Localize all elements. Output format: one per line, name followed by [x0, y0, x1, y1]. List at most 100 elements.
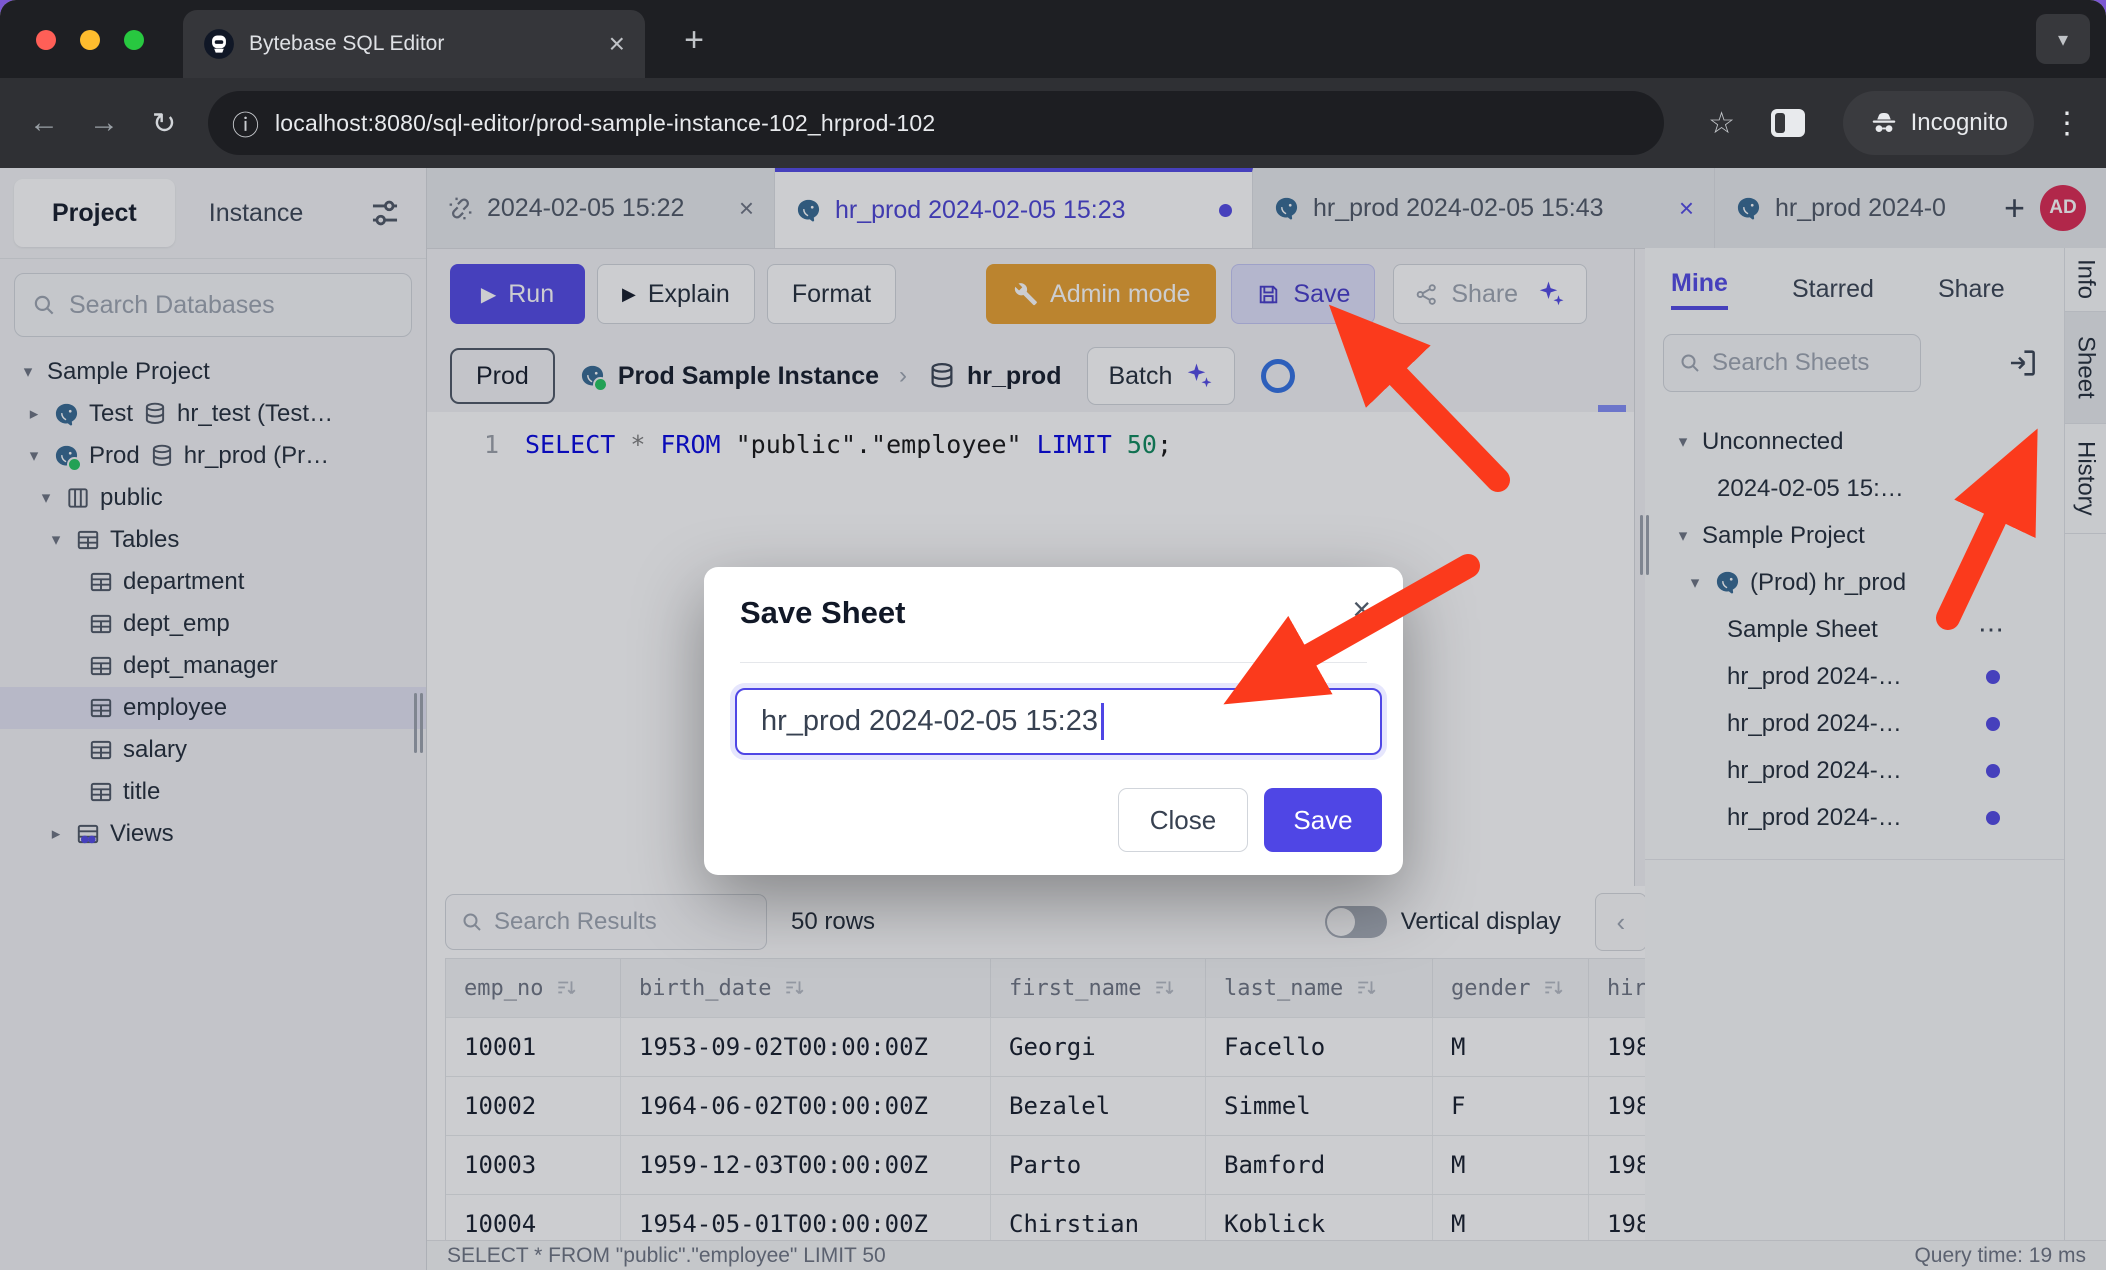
- browser-tab[interactable]: Bytebase SQL Editor ×: [183, 10, 645, 78]
- tree-table-employee-selected[interactable]: employee: [0, 687, 426, 729]
- new-tab-button[interactable]: +: [672, 18, 716, 62]
- search-databases-input[interactable]: Search Databases: [14, 273, 412, 337]
- caret-down-icon[interactable]: ▾: [46, 530, 66, 550]
- tab-project[interactable]: Project: [14, 179, 175, 247]
- more-options-icon[interactable]: ⋯: [1978, 614, 2006, 645]
- tree-table-dept-manager[interactable]: dept_manager: [0, 645, 426, 687]
- modal-close-button[interactable]: Close: [1118, 788, 1248, 852]
- address-bar[interactable]: ⓘ localhost:8080/sql-editor/prod-sample-…: [208, 91, 1664, 155]
- caret-down-icon[interactable]: ▾: [36, 488, 56, 508]
- format-label: Format: [792, 280, 871, 309]
- side-panel-icon[interactable]: [1771, 109, 1805, 137]
- tree-table-salary[interactable]: salary: [0, 729, 426, 771]
- sheet-group-project[interactable]: ▾ Sample Project: [1645, 512, 2064, 559]
- tree-test-database[interactable]: ▸ Test hr_test (Test…: [0, 393, 426, 435]
- caret-right-icon[interactable]: ▸: [24, 404, 44, 424]
- import-sheet-icon[interactable]: [2006, 346, 2040, 380]
- tab-instance[interactable]: Instance: [175, 199, 338, 228]
- toolbar-right: ☆ Incognito ⋮: [1695, 91, 2092, 155]
- sheet-tab-4[interactable]: hr_prod 2024-0: [1715, 168, 1990, 248]
- window-controls: [36, 30, 144, 50]
- caret-right-icon[interactable]: ▸: [46, 824, 66, 844]
- save-sheet-modal: Save Sheet × hr_prod 2024-02-05 15:23 Cl…: [704, 567, 1403, 875]
- close-tab-icon[interactable]: ×: [609, 28, 625, 60]
- run-button[interactable]: ▶ Run: [450, 264, 585, 324]
- tree-table-title[interactable]: title: [0, 771, 426, 813]
- sheet-item[interactable]: hr_prod 2024-…: [1645, 700, 2064, 747]
- close-window-button[interactable]: [36, 30, 56, 50]
- search-sheets-input[interactable]: Search Sheets: [1663, 334, 1921, 392]
- tree-prod-database[interactable]: ▾ Prod hr_prod (Pr…: [0, 435, 426, 477]
- modal-save-button[interactable]: Save: [1264, 788, 1382, 852]
- caret-down-icon[interactable]: ▾: [18, 362, 38, 382]
- close-sheet-tab-icon[interactable]: ×: [1679, 193, 1694, 224]
- sheet-item[interactable]: hr_prod 2024-…: [1645, 653, 2064, 700]
- close-sheet-tab-icon[interactable]: ×: [739, 193, 754, 224]
- maximize-window-button[interactable]: [124, 30, 144, 50]
- tree-views-group[interactable]: ▸ Views: [0, 813, 426, 855]
- close-modal-icon[interactable]: ×: [1352, 591, 1371, 628]
- search-icon: [460, 910, 484, 934]
- browser-menu-icon[interactable]: ⋮: [2042, 106, 2092, 141]
- caret-down-icon[interactable]: ▾: [1673, 526, 1693, 546]
- column-header[interactable]: birth_date: [621, 959, 991, 1017]
- rail-tab-info[interactable]: Info: [2065, 248, 2106, 312]
- vertical-display-toggle[interactable]: [1325, 906, 1387, 938]
- database-name[interactable]: hr_prod: [967, 362, 1061, 391]
- tab-starred[interactable]: Starred: [1792, 275, 1874, 304]
- tab-search-chevron-icon[interactable]: ▾: [2036, 14, 2090, 64]
- rail-tab-history[interactable]: History: [2065, 424, 2106, 534]
- instance-name[interactable]: Prod Sample Instance: [618, 362, 879, 391]
- rail-tab-sheet[interactable]: Sheet: [2065, 312, 2106, 424]
- sheet-group-unconnected[interactable]: ▾ Unconnected: [1645, 418, 2064, 465]
- batch-button[interactable]: Batch: [1087, 347, 1235, 405]
- format-button[interactable]: Format: [767, 264, 896, 324]
- user-avatar[interactable]: AD: [2040, 185, 2086, 231]
- forward-button[interactable]: →: [74, 106, 134, 140]
- prev-page-button[interactable]: ‹: [1595, 893, 1647, 951]
- tree-table-dept-emp[interactable]: dept_emp: [0, 603, 426, 645]
- explain-button[interactable]: ▶ Explain: [597, 264, 755, 324]
- tree-schema-public[interactable]: ▾ public: [0, 477, 426, 519]
- code-line-1: 1 SELECT*FROM"public"."employee"LIMIT50;: [427, 412, 1634, 459]
- url-text: localhost:8080/sql-editor/prod-sample-in…: [275, 110, 935, 137]
- sheet-tab-1[interactable]: 2024-02-05 15:22 ×: [427, 168, 775, 248]
- editor-resize-handle[interactable]: [1640, 515, 1650, 575]
- sheet-panel: Mine Starred Share Search Sheets ▾ Uncon…: [1645, 248, 2064, 1240]
- share-button[interactable]: Share: [1393, 264, 1587, 324]
- caret-down-icon[interactable]: ▾: [24, 446, 44, 466]
- sheet-group-database[interactable]: ▾ (Prod) hr_prod: [1645, 559, 2064, 606]
- tab-mine[interactable]: Mine: [1671, 269, 1728, 310]
- column-header[interactable]: first_name: [991, 959, 1206, 1017]
- search-results-input[interactable]: Search Results: [445, 894, 767, 950]
- sheet-item[interactable]: 2024-02-05 15:…: [1645, 465, 2064, 512]
- tree-project[interactable]: ▾ Sample Project: [0, 351, 426, 393]
- site-info-icon[interactable]: ⓘ: [232, 104, 259, 143]
- sheet-tab-2-active[interactable]: hr_prod 2024-02-05 15:23: [775, 168, 1253, 248]
- tab-shared[interactable]: Share: [1938, 275, 2005, 304]
- new-sheet-tab-button[interactable]: +: [2004, 168, 2025, 248]
- tree-table-department[interactable]: department: [0, 561, 426, 603]
- tree-tables-group[interactable]: ▾ Tables: [0, 519, 426, 561]
- reload-button[interactable]: ↻: [134, 106, 194, 141]
- sheet-tab-3[interactable]: hr_prod 2024-02-05 15:43 ×: [1253, 168, 1715, 248]
- status-bar: SELECT * FROM "public"."employee" LIMIT …: [427, 1240, 2106, 1270]
- minimize-window-button[interactable]: [80, 30, 100, 50]
- sheet-item[interactable]: hr_prod 2024-…: [1645, 747, 2064, 794]
- column-header[interactable]: gender: [1433, 959, 1589, 1017]
- bookmark-star-icon[interactable]: ☆: [1695, 106, 1749, 141]
- caret-down-icon[interactable]: ▾: [1673, 432, 1693, 452]
- sheet-item[interactable]: hr_prod 2024-…: [1645, 794, 2064, 841]
- save-button[interactable]: Save: [1231, 264, 1375, 324]
- batch-label: Batch: [1108, 362, 1172, 391]
- caret-down-icon[interactable]: ▾: [1685, 573, 1705, 593]
- column-header[interactable]: last_name: [1206, 959, 1433, 1017]
- sidebar-resize-handle[interactable]: [414, 693, 424, 753]
- admin-mode-button[interactable]: Admin mode: [986, 264, 1216, 324]
- filter-settings-icon[interactable]: [368, 196, 402, 230]
- column-header[interactable]: emp_no: [446, 959, 621, 1017]
- environment-chip[interactable]: Prod: [450, 348, 555, 404]
- sheet-name-input[interactable]: hr_prod 2024-02-05 15:23: [735, 688, 1382, 755]
- back-button[interactable]: ←: [14, 106, 74, 140]
- sheet-item-sample[interactable]: Sample Sheet ⋯: [1645, 606, 2064, 653]
